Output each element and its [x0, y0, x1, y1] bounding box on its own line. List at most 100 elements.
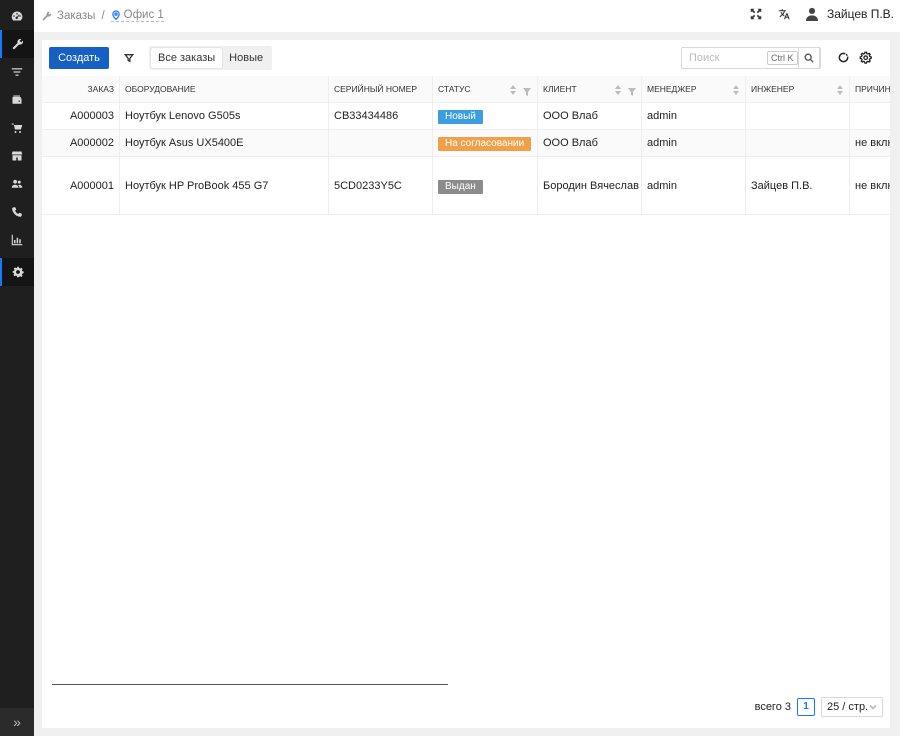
- phone-icon: [12, 207, 22, 217]
- column-client[interactable]: Клиент: [538, 76, 642, 103]
- table-settings-button[interactable]: [858, 50, 872, 64]
- cell-manager: admin: [642, 103, 746, 130]
- cell-engineer: Зайцев П.В.: [746, 157, 850, 215]
- table-row[interactable]: A000001 Ноутбук HP ProBook 455 G7 5CD023…: [42, 157, 890, 215]
- engineer-sort-button[interactable]: [836, 84, 844, 95]
- cell-client: Бородин Вячеслав: [538, 157, 642, 215]
- users-icon: [11, 179, 23, 188]
- top-header: Заказы / Офис 1 Зайцев П.В.: [34, 0, 900, 32]
- user-icon: [805, 7, 819, 21]
- search-box: Ctrl K: [681, 47, 821, 69]
- cell-reason: не вклю: [855, 180, 890, 192]
- wallet-icon: [12, 95, 22, 104]
- column-equipment[interactable]: Оборудование: [120, 76, 329, 103]
- sidebar: »: [0, 0, 34, 736]
- table-row[interactable]: A000003 Ноутбук Lenovo G505s CB33434486 …: [42, 103, 890, 130]
- sidebar-item-reports[interactable]: [0, 226, 34, 254]
- column-engineer[interactable]: Инженер: [746, 76, 850, 103]
- orders-card: Создать Все заказы Новые Ctrl K Заказ Об…: [42, 40, 890, 728]
- gear-icon: [859, 51, 872, 64]
- breadcrumb: Заказы / Офис 1: [42, 9, 164, 22]
- cell-status: На согласовании: [433, 130, 538, 157]
- search-button[interactable]: [798, 47, 820, 69]
- search-icon: [804, 53, 814, 63]
- sort-icon: [837, 85, 843, 95]
- page-button-current[interactable]: 1: [797, 698, 815, 716]
- column-reason[interactable]: Причина: [850, 76, 890, 103]
- chart-icon: [11, 234, 23, 246]
- cell-status: Выдан: [433, 157, 538, 215]
- client-filter-button[interactable]: [628, 85, 636, 96]
- cell-serial: CB33434486: [329, 103, 433, 130]
- cell-order[interactable]: A000003: [42, 103, 120, 130]
- segment-new-orders[interactable]: Новые: [222, 48, 270, 68]
- sidebar-item-finance[interactable]: [0, 86, 34, 114]
- cell-serial: 5CD0233Y5C: [329, 157, 433, 215]
- status-badge: Выдан: [438, 180, 483, 194]
- wrench-icon: [12, 38, 24, 50]
- cell-engineer: [746, 103, 850, 130]
- column-manager[interactable]: Менеджер: [642, 76, 746, 103]
- cell-equipment: Ноутбук Lenovo G505s: [120, 103, 329, 130]
- manager-sort-button[interactable]: [732, 84, 740, 95]
- page-size-select[interactable]: 25 / стр.: [821, 697, 883, 717]
- funnel-icon: [523, 88, 531, 96]
- cell-client: ООО Влаб: [538, 103, 642, 130]
- cell-status: Новый: [433, 103, 538, 130]
- store-icon: [11, 151, 23, 161]
- filter-button[interactable]: [120, 50, 138, 66]
- double-chevron-right-icon: »: [13, 714, 21, 730]
- sidebar-item-shop[interactable]: [0, 114, 34, 142]
- horizontal-scrollbar[interactable]: [52, 684, 448, 685]
- segment-all-orders[interactable]: Все заказы: [151, 48, 223, 68]
- search-shortcut: Ctrl K: [767, 51, 798, 65]
- breadcrumb-orders[interactable]: Заказы: [57, 10, 95, 22]
- breadcrumb-separator: /: [101, 9, 105, 22]
- orders-view-switch: Все заказы Новые: [149, 46, 273, 70]
- sidebar-item-clients[interactable]: [0, 170, 34, 198]
- sidebar-item-filters[interactable]: [0, 58, 34, 86]
- client-sort-button[interactable]: [614, 84, 622, 95]
- status-filter-button[interactable]: [523, 85, 531, 96]
- sidebar-item-orders[interactable]: [0, 30, 34, 58]
- wrench-icon: [42, 11, 52, 20]
- cell-order[interactable]: A000002: [42, 130, 120, 157]
- language-button[interactable]: [777, 7, 791, 21]
- cell-manager: admin: [642, 130, 746, 157]
- sort-icon: [733, 85, 739, 95]
- search-input[interactable]: [689, 52, 767, 64]
- cell-reason: [850, 103, 890, 130]
- user-menu[interactable]: Зайцев П.В.: [805, 7, 894, 21]
- orders-table: Заказ Оборудование Серийный номер Статус…: [42, 76, 890, 215]
- sidebar-item-dashboard[interactable]: [0, 2, 34, 30]
- cell-reason: не вклю: [855, 137, 890, 149]
- cell-client: ООО Влаб: [538, 130, 642, 157]
- cell-serial: [329, 130, 433, 157]
- cell-manager: admin: [642, 157, 746, 215]
- status-sort-button[interactable]: [509, 84, 517, 95]
- refresh-icon: [838, 52, 848, 62]
- status-badge: Новый: [438, 110, 483, 124]
- fullscreen-button[interactable]: [749, 7, 763, 21]
- translate-icon: [778, 9, 790, 20]
- user-name: Зайцев П.В.: [826, 7, 894, 21]
- sidebar-item-settings[interactable]: [0, 258, 34, 286]
- column-order[interactable]: Заказ: [42, 76, 120, 103]
- column-serial[interactable]: Серийный номер: [329, 76, 433, 103]
- sidebar-expand-button[interactable]: »: [0, 708, 34, 736]
- cell-equipment: Ноутбук Asus UX5400E: [120, 130, 329, 157]
- table-row[interactable]: A000002 Ноутбук Asus UX5400E На согласов…: [42, 130, 890, 157]
- office-selector[interactable]: Офис 1: [110, 9, 164, 22]
- cell-order[interactable]: A000001: [42, 157, 120, 215]
- sidebar-item-calls[interactable]: [0, 198, 34, 226]
- cell-engineer: [746, 130, 850, 157]
- status-badge: На согласовании: [438, 137, 532, 151]
- pagination: всего 3 1 25 / стр.: [755, 697, 883, 717]
- sidebar-item-warehouse[interactable]: [0, 142, 34, 170]
- cart-icon: [11, 123, 23, 133]
- office-name: Офис 1: [123, 9, 164, 21]
- create-button[interactable]: Создать: [49, 47, 109, 69]
- sort-icon: [615, 85, 621, 95]
- funnel-icon: [628, 88, 636, 96]
- refresh-button[interactable]: [836, 50, 850, 64]
